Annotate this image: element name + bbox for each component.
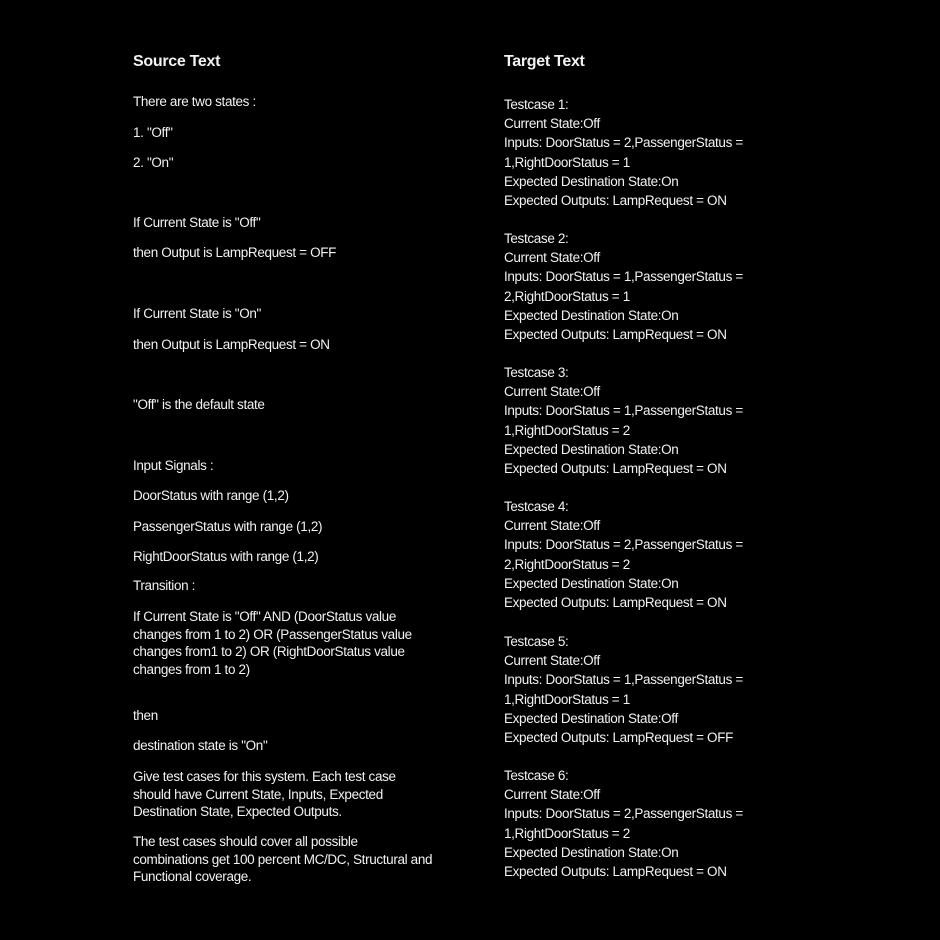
testcase-expected-state: Expected Destination State:Off [504,710,678,726]
testcase-expected-state: Expected Destination State:On [504,307,679,323]
testcase-expected-state: Expected Destination State:On [504,575,679,591]
testcase-expected-state: Expected Destination State:On [504,173,679,189]
target-heading: Target Text [504,53,585,70]
testcase-expected-outputs: Expected Outputs: LampRequest = ON [504,594,727,610]
transition-then: then [133,708,158,723]
rule-on-output: then Output is LampRequest = ON [133,337,330,352]
transition-label: Transition : [133,578,196,593]
testcase-expected-outputs: Expected Outputs: LampRequest = ON [504,863,727,879]
testcase-current-state: Current State:Off [504,787,600,803]
transition-rule: If Current State is "Off" AND (DoorStatu… [133,609,412,677]
testcase-inputs: Inputs: DoorStatus = 2,PassengerStatus = [504,806,743,822]
testcase-inputs-cont: 1,RightDoorStatus = 2 [504,422,630,438]
testcase-expected-state: Expected Destination State:On [504,441,679,457]
testcase-current-state: Current State:Off [504,518,600,534]
testcase-block: Testcase 3: Current State:Off Inputs: Do… [504,363,794,478]
testcase-inputs-cont: 1,RightDoorStatus = 2 [504,825,630,841]
testcase-expected-outputs: Expected Outputs: LampRequest = OFF [504,729,733,745]
rule-on-condition: If Current State is "On" [133,306,261,321]
testcase-block: Testcase 6: Current State:Off Inputs: Do… [504,766,794,881]
testcase-expected-outputs: Expected Outputs: LampRequest = ON [504,326,727,342]
testcase-current-state: Current State:Off [504,384,600,400]
testcase-expected-outputs: Expected Outputs: LampRequest = ON [504,460,727,476]
testcase-block: Testcase 2: Current State:Off Inputs: Do… [504,229,794,344]
rule-off-output: then Output is LampRequest = OFF [133,245,337,260]
states-intro: There are two states : [133,94,256,109]
testcase-inputs-cont: 1,RightDoorStatus = 1 [504,154,630,170]
testcase-title: Testcase 1: [504,97,569,112]
input-signals-label: Input Signals : [133,458,214,473]
testcase-current-state: Current State:Off [504,250,600,266]
signal-passenger-status: PassengerStatus with range (1,2) [133,519,323,534]
testcase-inputs: Inputs: DoorStatus = 1,PassengerStatus = [504,269,743,285]
signal-door-status: DoorStatus with range (1,2) [133,488,289,503]
testcase-current-state: Current State:Off [504,116,600,132]
testcase-block: Testcase 4: Current State:Off Inputs: Do… [504,497,794,612]
rule-off-condition: If Current State is "Off" [133,215,261,230]
testcase-inputs: Inputs: DoorStatus = 2,PassengerStatus = [504,537,743,553]
testcase-title: Testcase 4: [504,499,569,514]
testcase-title: Testcase 5: [504,634,569,649]
testcase-inputs-cont: 2,RightDoorStatus = 2 [504,556,630,572]
testcase-inputs-cont: 2,RightDoorStatus = 1 [504,288,630,304]
testcase-title: Testcase 3: [504,365,569,380]
testcase-current-state: Current State:Off [504,653,600,669]
state-item-off: 1. "Off" [133,125,173,140]
testcase-inputs: Inputs: DoorStatus = 1,PassengerStatus = [504,672,743,688]
testcase-block: Testcase 5: Current State:Off Inputs: Do… [504,632,794,747]
testcase-inputs: Inputs: DoorStatus = 2,PassengerStatus = [504,135,743,151]
testcase-block: Testcase 1: Current State:Off Inputs: Do… [504,95,794,210]
signal-right-door-status: RightDoorStatus with range (1,2) [133,549,319,564]
transition-destination: destination state is "On" [133,738,268,753]
instruction-paragraph: Give test cases for this system. Each te… [133,769,396,819]
testcase-inputs-cont: 1,RightDoorStatus = 1 [504,691,630,707]
coverage-paragraph: The test cases should cover all possible… [133,834,433,884]
testcase-expected-outputs: Expected Outputs: LampRequest = ON [504,192,727,208]
state-item-on: 2. "On" [133,155,174,170]
default-state: "Off" is the default state [133,397,265,412]
source-heading: Source Text [133,53,221,70]
testcase-inputs: Inputs: DoorStatus = 1,PassengerStatus = [504,403,743,419]
testcase-title: Testcase 2: [504,231,569,246]
testcase-title: Testcase 6: [504,768,569,783]
testcase-expected-state: Expected Destination State:On [504,844,679,860]
